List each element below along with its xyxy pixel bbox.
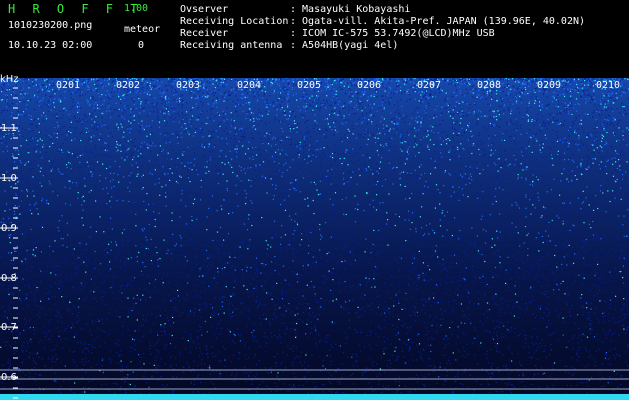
app-name: H R O F F T: [8, 2, 143, 16]
y-tick-label: 1.1: [1, 123, 17, 134]
header-panel: H R O F F T 1.00 1010230200.png meteor 1…: [0, 0, 629, 78]
y-tick-label: 1.0: [1, 173, 17, 184]
x-tick-label: 0207: [417, 80, 442, 91]
location-label: Receiving Location: [180, 16, 289, 27]
receiver-value: : ICOM IC-575 53.7492(@LCD)MHz USB: [290, 28, 495, 39]
x-tick-label: 0205: [297, 80, 322, 91]
observer-value: : Masayuki Kobayashi: [290, 4, 411, 15]
spectrogram: [0, 78, 629, 400]
y-tick-label: 0.8: [1, 273, 17, 284]
receiver-label: Receiver: [180, 28, 229, 39]
antenna-label: Receiving antenna: [180, 40, 283, 51]
antenna-value: : A504HB(yagi 4el): [290, 40, 399, 51]
y-tick-label: 0.6: [1, 372, 17, 383]
observer-label: Ovserver: [180, 4, 229, 15]
y-tick-label: 0.7: [1, 322, 17, 333]
location-value: : Ogata-vill. Akita-Pref. JAPAN (139.96E…: [290, 16, 586, 27]
carrier-band: [0, 394, 629, 400]
x-tick-label: 0203: [176, 80, 201, 91]
x-tick-label: 0208: [477, 80, 502, 91]
x-tick-label: 0202: [116, 80, 141, 91]
file-name: 1010230200.png: [8, 20, 93, 31]
app-version: 1.00: [124, 3, 149, 14]
date-time: 10.10.23 02:00: [8, 40, 93, 51]
x-tick-label: 0204: [237, 80, 262, 91]
spectrogram-canvas: [0, 78, 629, 400]
x-tick-label: 0210: [596, 80, 621, 91]
x-tick-label: 0206: [357, 80, 382, 91]
x-tick-label: 0209: [537, 80, 562, 91]
meteor-label: meteor: [124, 24, 161, 35]
y-tick-label: 0.9: [1, 223, 17, 234]
x-tick-label: 0201: [56, 80, 81, 91]
meteor-count: 0: [138, 40, 145, 51]
frequency-unit-label: kHz: [0, 74, 19, 85]
